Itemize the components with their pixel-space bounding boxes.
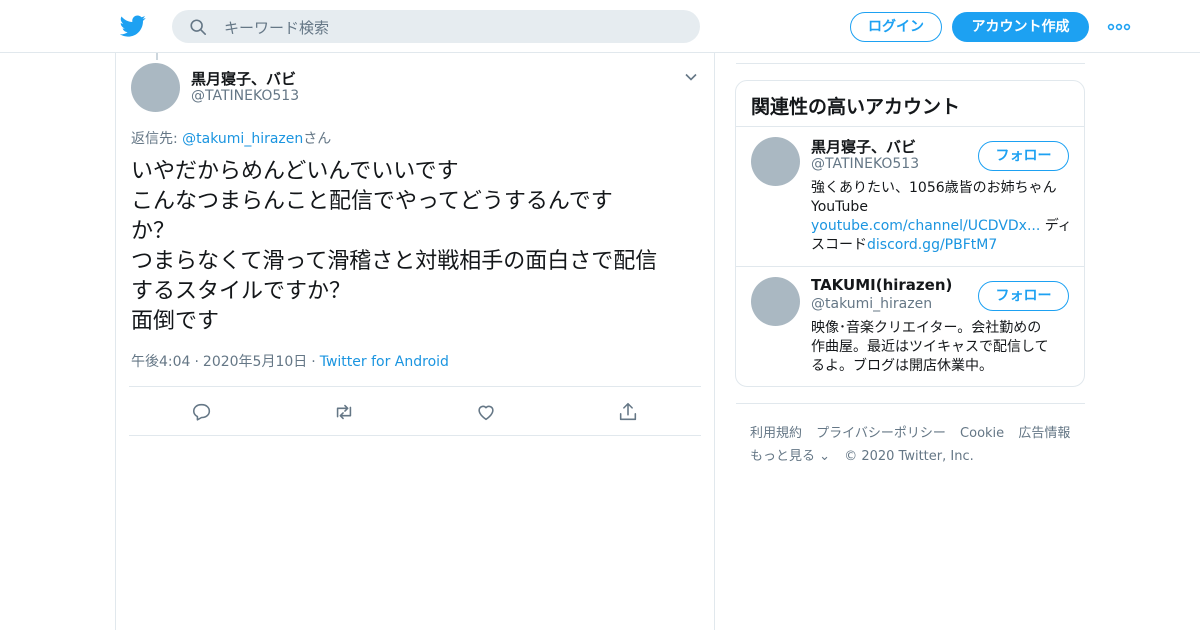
- account-bio: 映像･音楽クリエイター。会社勤めの 作曲屋。最近はツイキャスで配信して るよ。ブ…: [811, 319, 1073, 376]
- top-navigation-bar: ログイン アカウント作成: [0, 0, 1200, 53]
- related-accounts-panel: 関連性の高いアカウント 黒月寝子、バビ @TATINEKO513 フォロー 強く…: [735, 80, 1085, 387]
- follow-button[interactable]: フォロー: [978, 141, 1069, 171]
- search-bar[interactable]: [172, 10, 700, 45]
- reply-prefix: 返信先:: [131, 131, 183, 147]
- tweet-line: つまらなくて滑って滑稽さと対戦相手の面白さで配信: [131, 249, 658, 274]
- sidebar-divider: [736, 63, 1085, 64]
- related-accounts-title: 関連性の高いアカウント: [751, 96, 961, 118]
- follow-button[interactable]: フォロー: [978, 281, 1069, 311]
- chevron-down-icon: ⌄: [819, 449, 831, 464]
- tweet-text: いやだからめんどいんでいいです こんなつまらんこと配信でやってどうするんです か…: [131, 157, 701, 337]
- divider: [736, 126, 1084, 127]
- share-icon[interactable]: [617, 401, 639, 423]
- account-name[interactable]: 黒月寝子、バビ: [811, 136, 916, 157]
- footer-more-button[interactable]: もっと見る ⌄: [750, 449, 830, 464]
- retweet-icon[interactable]: [333, 401, 355, 423]
- separator: ·: [194, 354, 199, 370]
- account-bio: 強くありたい、1056歳皆のお姉ちゃん YouTube youtube.com/…: [811, 179, 1073, 255]
- separator: ·: [311, 354, 316, 370]
- search-input[interactable]: [222, 10, 686, 45]
- tweet-line: いやだからめんどいんでいいです: [131, 159, 459, 184]
- tweet-line: か？: [131, 219, 176, 244]
- bio-line: 作曲屋。最近はツイキャスで配信して: [811, 339, 1049, 355]
- footer-link-ads[interactable]: 広告情報: [1018, 426, 1070, 441]
- bio-line: YouTube: [811, 199, 868, 215]
- tweet-line: するスタイルですか？: [131, 279, 352, 304]
- footer-links: 利用規約 プライバシーポリシー Cookie 広告情報: [750, 422, 1080, 441]
- chevron-down-icon[interactable]: [684, 70, 698, 84]
- twitter-bird-icon[interactable]: [120, 13, 146, 39]
- tweet-time[interactable]: 午後4:04: [131, 354, 190, 370]
- like-heart-icon[interactable]: [475, 401, 497, 423]
- tweet-action-bar: [129, 386, 701, 436]
- tweet-metadata: 午後4:04 · 2020年5月10日 · Twitter for Android: [131, 351, 449, 371]
- footer-more-label: もっと見る: [750, 449, 816, 464]
- bio-line: 強くありたい、1056歳皆のお姉ちゃん: [811, 180, 1057, 196]
- author-handle[interactable]: @TATINEKO513: [191, 88, 299, 104]
- login-button[interactable]: ログイン: [850, 12, 942, 42]
- bio-line: youtube.com/channel/UCDVDx... ディ: [811, 217, 1073, 236]
- tweet-line: こんなつまらんこと配信でやってどうするんです: [131, 189, 613, 214]
- author-name[interactable]: 黒月寝子、バビ: [191, 68, 296, 89]
- youtube-link[interactable]: youtube.com/channel/UCDVDx...: [811, 218, 1040, 234]
- thread-connector: [156, 53, 158, 60]
- avatar[interactable]: [131, 63, 180, 112]
- avatar[interactable]: [751, 277, 800, 326]
- account-handle[interactable]: @TATINEKO513: [811, 156, 919, 172]
- signup-button[interactable]: アカウント作成: [952, 12, 1089, 42]
- footer-link-privacy[interactable]: プライバシーポリシー: [816, 426, 946, 441]
- account-name[interactable]: TAKUMI(hirazen): [811, 276, 952, 294]
- reply-suffix: さん: [303, 131, 332, 147]
- reply-context: 返信先: @takumi_hirazenさん: [131, 128, 331, 148]
- search-icon: [190, 19, 207, 36]
- account-handle[interactable]: @takumi_hirazen: [811, 296, 932, 312]
- bio-line: スコードdiscord.gg/PBFtM7: [811, 236, 1073, 255]
- footer-row: もっと見る ⌄ © 2020 Twitter, Inc.: [750, 445, 974, 464]
- footer-link-terms[interactable]: 利用規約: [750, 426, 802, 441]
- copyright: © 2020 Twitter, Inc.: [844, 449, 974, 464]
- tweet-line: 面倒です: [131, 309, 220, 334]
- footer-divider: [736, 403, 1085, 404]
- footer-link-cookie[interactable]: Cookie: [960, 426, 1004, 441]
- reply-icon[interactable]: [191, 401, 213, 423]
- discord-link[interactable]: discord.gg/PBFtM7: [867, 237, 997, 253]
- tweet-column: 黒月寝子、バビ @TATINEKO513 返信先: @takumi_hiraze…: [115, 53, 715, 630]
- bio-line: るよ。ブログは開店休業中。: [811, 358, 993, 374]
- reply-to-link[interactable]: @takumi_hirazen: [182, 131, 303, 147]
- divider: [736, 266, 1084, 267]
- more-dots-icon[interactable]: [1107, 20, 1131, 34]
- avatar[interactable]: [751, 137, 800, 186]
- bio-text: ディ: [1040, 218, 1072, 234]
- tweet-date[interactable]: 2020年5月10日: [203, 354, 307, 370]
- tweet-source-link[interactable]: Twitter for Android: [320, 354, 449, 370]
- bio-line: 映像･音楽クリエイター。会社勤めの: [811, 320, 1042, 336]
- bio-text: スコード: [811, 237, 867, 253]
